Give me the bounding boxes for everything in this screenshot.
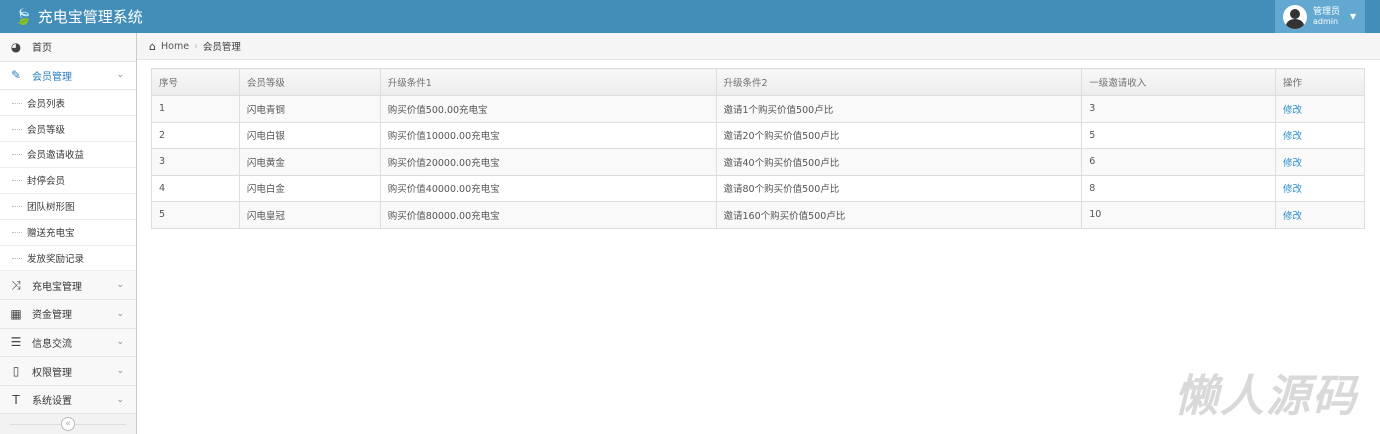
file-icon: ▯ <box>12 364 20 378</box>
sidebar-subitem[interactable]: 会员等级 <box>0 116 136 142</box>
table-cell: 8 <box>1081 174 1277 202</box>
label: 权限管理 <box>32 367 72 379</box>
user-role: 管理员 <box>1313 6 1341 17</box>
app-title: 充电宝管理系统 <box>37 8 143 26</box>
separator-icon: › <box>194 40 198 52</box>
table-cell: 购买价值10000.00充电宝 <box>379 121 717 149</box>
table-cell: 2 <box>151 121 240 149</box>
label: 资金管理 <box>32 310 72 322</box>
table-row: 2 闪电白银 购买价值10000.00充电宝 邀请20个购买价值500卢比 5 修改 <box>151 121 1365 149</box>
table-cell: 闪电白金 <box>238 174 381 202</box>
table-cell: 修改 <box>1275 174 1365 202</box>
table-cell: 邀请20个购买价值500卢比 <box>715 121 1083 149</box>
table-cell: 邀请40个购买价值500卢比 <box>715 148 1083 176</box>
label: 信息交流 <box>32 338 72 350</box>
leaf-icon: 🍃 <box>14 7 33 26</box>
chevron-down-icon: ⌄ <box>116 337 124 348</box>
edit-link[interactable]: 修改 <box>1283 184 1302 195</box>
table-cell: 3 <box>151 148 240 176</box>
chevron-down-icon: ⌄ <box>116 70 124 81</box>
table-cell: 闪电青铜 <box>238 95 381 123</box>
label: 首页 <box>32 43 52 55</box>
table-row: 5 闪电皇冠 购买价值80000.00充电宝 邀请160个购买价值500卢比 10 修改 <box>151 201 1365 229</box>
list-icon: ☰ <box>10 335 22 350</box>
user-menu[interactable]: 管理员 admin ▼ <box>1275 0 1365 33</box>
top-navbar: 🍃 充电宝管理系统 管理员 admin ▼ <box>0 0 1380 33</box>
table-cell: 闪电黄金 <box>238 148 381 176</box>
table-cell: 3 <box>1081 95 1277 123</box>
sidebar-item-member-mgmt[interactable]: ✎ 会员管理 ⌄ <box>0 61 136 91</box>
column-header[interactable]: 会员等级 <box>238 68 381 96</box>
table-cell: 邀请1个购买价值500卢比 <box>715 95 1083 123</box>
table-cell: 4 <box>151 174 240 202</box>
table-cell: 修改 <box>1275 201 1365 229</box>
user-name: admin <box>1313 16 1339 26</box>
sidebar-collapse-button[interactable]: « <box>0 414 136 434</box>
sidebar-item-group[interactable]: ▯ 权限管理 ⌄ <box>0 357 136 386</box>
table-cell: 10 <box>1081 201 1277 229</box>
avatar <box>1283 4 1307 29</box>
sidebar: ◕ 首页 ✎ 会员管理 ⌄ 会员列表 会员等级 会员邀请收益 封停会员 团队树形图 赠送充电宝发… <box>0 33 137 434</box>
member-level-table: 序号 会员等级 升级条件1 升级条件2 一级邀请收入 操作 1 闪电青铜 购买价值500.00… <box>151 68 1365 229</box>
home-icon: ⌂ <box>149 39 156 53</box>
chevron-down-icon: ⌄ <box>116 308 124 319</box>
label: 充电宝管理 <box>32 281 82 293</box>
edit-link[interactable]: 修改 <box>1283 158 1302 169</box>
text-icon: T <box>12 392 20 407</box>
double-left-icon: « <box>61 417 75 432</box>
table-cell: 修改 <box>1275 95 1365 123</box>
table-cell: 闪电白银 <box>238 121 381 149</box>
sidebar-item-group[interactable]: ⤨ 充电宝管理 ⌄ <box>0 271 136 301</box>
shuffle-icon: ⤨ <box>11 277 21 292</box>
table-cell: 邀请80个购买价值500卢比 <box>715 174 1083 202</box>
breadcrumb: ⌂ Home › 会员管理 <box>137 33 1380 60</box>
caret-down-icon: ▼ <box>1350 12 1357 21</box>
sidebar-item-group[interactable]: ☰ 信息交流 ⌄ <box>0 328 136 358</box>
edit-link[interactable]: 修改 <box>1283 211 1302 222</box>
column-header[interactable]: 序号 <box>151 68 240 96</box>
table-row: 3 闪电黄金 购买价值20000.00充电宝 邀请40个购买价值500卢比 6 修改 <box>151 148 1365 176</box>
watermark: 懒人源码 <box>1174 371 1358 422</box>
table-cell: 修改 <box>1275 121 1365 149</box>
sidebar-item-group[interactable]: ▦ 资金管理 ⌄ <box>0 300 136 329</box>
column-header[interactable]: 操作 <box>1275 68 1365 96</box>
table-cell: 闪电皇冠 <box>238 201 381 229</box>
sidebar-subitem[interactable]: 发放奖励记录 <box>0 245 136 272</box>
table-cell: 5 <box>1081 121 1277 149</box>
table-cell: 5 <box>151 201 240 229</box>
dashboard-icon: ◕ <box>10 39 22 54</box>
table-cell: 修改 <box>1275 148 1365 176</box>
column-header[interactable]: 升级条件1 <box>379 68 717 96</box>
calendar-icon: ▦ <box>10 306 22 321</box>
table-cell: 1 <box>151 95 240 123</box>
sidebar-subitem[interactable]: 团队树形图 <box>0 193 136 220</box>
brand[interactable]: 🍃 充电宝管理系统 <box>0 6 143 27</box>
breadcrumb-home[interactable]: Home <box>161 41 189 52</box>
table-cell: 购买价值20000.00充电宝 <box>379 148 717 176</box>
breadcrumb-current: 会员管理 <box>202 42 241 53</box>
table-cell: 6 <box>1081 148 1277 176</box>
sidebar-subitem[interactable]: 会员列表 <box>0 90 136 117</box>
chevron-down-icon: ⌄ <box>116 394 124 405</box>
edit-link[interactable]: 修改 <box>1283 105 1302 116</box>
sidebar-item-group[interactable]: T 系统设置 ⌄ <box>0 385 136 415</box>
sidebar-subitem[interactable]: 赠送充电宝 <box>0 219 136 246</box>
table-cell: 购买价值40000.00充电宝 <box>379 174 717 202</box>
chevron-down-icon: ⌄ <box>116 280 124 291</box>
label: 系统设置 <box>32 396 72 408</box>
chevron-down-icon: ⌄ <box>116 366 124 376</box>
table-cell: 购买价值500.00充电宝 <box>379 95 717 123</box>
sidebar-subitem[interactable]: 会员邀请收益 <box>0 141 136 168</box>
edit-link[interactable]: 修改 <box>1283 131 1302 142</box>
label: 会员管理 <box>32 71 72 83</box>
column-header[interactable]: 一级邀请收入 <box>1081 68 1277 96</box>
table-cell: 购买价值80000.00充电宝 <box>379 201 717 229</box>
table-row: 1 闪电青铜 购买价值500.00充电宝 邀请1个购买价值500卢比 3 修改 <box>151 95 1365 123</box>
column-header[interactable]: 升级条件2 <box>715 68 1083 96</box>
table-row: 4 闪电白金 购买价值40000.00充电宝 邀请80个购买价值500卢比 8 修改 <box>151 174 1365 202</box>
sidebar-subitem[interactable]: 封停会员 <box>0 167 136 194</box>
sidebar-item-home[interactable]: ◕ 首页 <box>0 33 136 62</box>
edit-icon: ✎ <box>10 68 22 83</box>
table-cell: 邀请160个购买价值500卢比 <box>715 201 1083 229</box>
